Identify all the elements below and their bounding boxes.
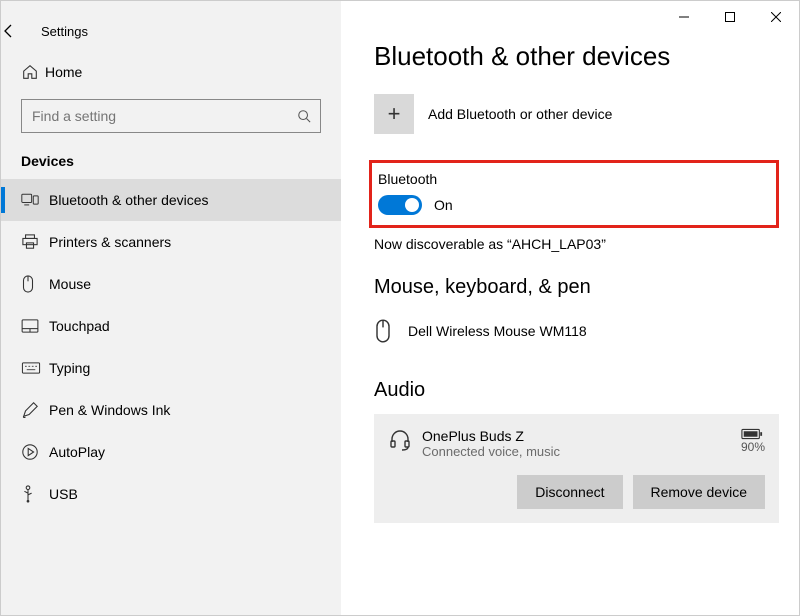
close-button[interactable] [753,1,799,33]
keyboard-icon [21,362,49,374]
discoverable-text: Now discoverable as “AHCH_LAP03” [374,236,799,252]
mouse-device-icon [374,319,408,343]
audio-device-status: Connected voice, music [422,444,560,459]
nav-pen[interactable]: Pen & Windows Ink [1,389,341,431]
mouse-icon [21,275,49,293]
devices-icon [21,193,49,207]
nav-label: Printers & scanners [49,234,171,250]
home-nav[interactable]: Home [1,51,341,93]
nav-usb[interactable]: USB [1,473,341,515]
home-icon [21,63,45,81]
device-mouse-row[interactable]: Dell Wireless Mouse WM118 [374,311,799,351]
nav-autoplay[interactable]: AutoPlay [1,431,341,473]
nav-typing[interactable]: Typing [1,347,341,389]
bluetooth-highlight: Bluetooth On [369,160,779,228]
autoplay-icon [21,443,49,461]
nav-label: Pen & Windows Ink [49,402,170,418]
page-title: Bluetooth & other devices [374,41,799,72]
nav-label: AutoPlay [49,444,105,460]
battery-percentage: 90% [741,440,765,454]
bluetooth-toggle[interactable] [378,195,422,215]
touchpad-icon [21,319,49,333]
nav-label: Touchpad [49,318,110,334]
nav-bluetooth[interactable]: Bluetooth & other devices [1,179,341,221]
headset-icon [388,428,422,459]
section-audio-heading: Audio [374,379,799,402]
home-label: Home [45,64,82,80]
battery-icon [741,428,765,440]
usb-icon [21,485,49,503]
nav-label: Mouse [49,276,91,292]
nav-printers[interactable]: Printers & scanners [1,221,341,263]
bluetooth-label: Bluetooth [378,171,770,187]
search-input[interactable] [21,99,321,133]
nav-label: Typing [49,360,90,376]
nav-label: Bluetooth & other devices [49,192,209,208]
add-device-button[interactable]: + Add Bluetooth or other device [374,94,799,134]
pen-icon [21,401,49,419]
nav-label: USB [49,486,78,502]
maximize-button[interactable] [707,1,753,33]
audio-device-name: OnePlus Buds Z [422,428,560,444]
add-device-label: Add Bluetooth or other device [428,106,612,122]
nav-touchpad[interactable]: Touchpad [1,305,341,347]
toggle-state: On [434,197,453,213]
disconnect-button[interactable]: Disconnect [517,475,622,509]
audio-card[interactable]: OnePlus Buds Z Connected voice, music 90… [374,414,779,523]
device-mouse-name: Dell Wireless Mouse WM118 [408,323,587,339]
printer-icon [21,234,49,250]
section-mouse-heading: Mouse, keyboard, & pen [374,276,799,299]
back-button[interactable] [1,23,41,39]
plus-icon: + [374,94,414,134]
remove-device-button[interactable]: Remove device [633,475,766,509]
nav-mouse[interactable]: Mouse [1,263,341,305]
minimize-button[interactable] [661,1,707,33]
window-title: Settings [41,24,88,39]
section-label: Devices [1,149,341,179]
